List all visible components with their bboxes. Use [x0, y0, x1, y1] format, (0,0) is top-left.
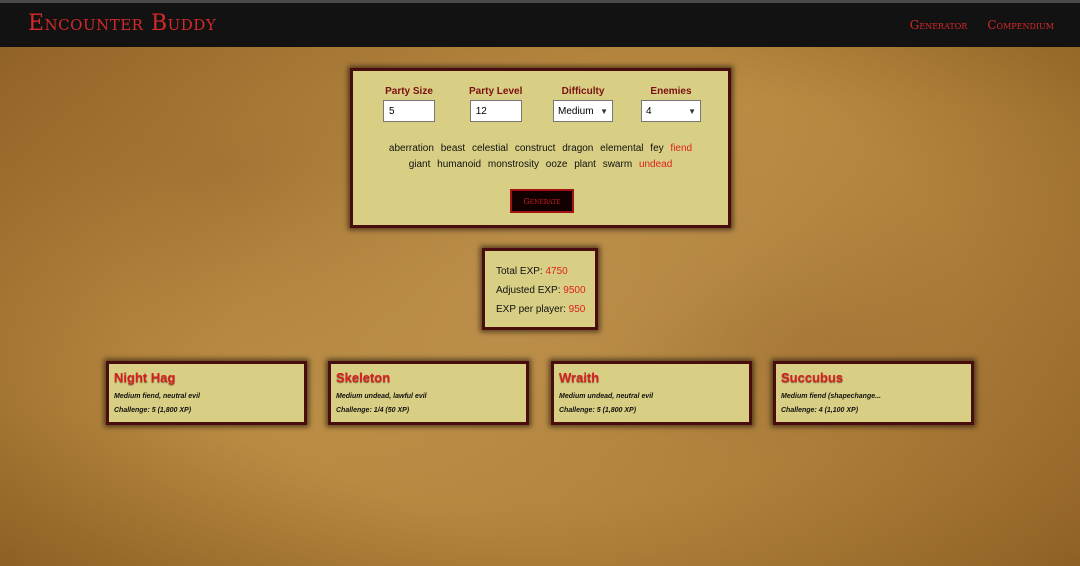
- party-level-field: Party Level: [469, 86, 522, 122]
- chevron-down-icon: ▼: [688, 106, 696, 116]
- total-exp-value: 4750: [545, 266, 568, 277]
- type-row-2: giant humanoid monstrosity ooze plant sw…: [353, 157, 728, 173]
- type-toggle[interactable]: fey: [650, 143, 663, 154]
- total-exp-label: Total EXP:: [496, 266, 543, 277]
- party-size-input[interactable]: [383, 100, 435, 122]
- monster-card[interactable]: Succubus Medium fiend (shapechange... Ch…: [773, 361, 974, 425]
- monster-type: Medium undead, neutral evil: [559, 393, 654, 400]
- type-toggle[interactable]: construct: [515, 143, 556, 154]
- generator-form: Party Size Party Level Difficulty Medium…: [350, 68, 731, 228]
- exp-per-player-value: 950: [568, 304, 586, 315]
- difficulty-field: Difficulty Medium ▼: [553, 86, 613, 122]
- monster-type: Medium undead, lawful evil: [336, 393, 427, 400]
- type-toggle[interactable]: dragon: [562, 143, 593, 154]
- adjusted-exp-label: Adjusted EXP:: [496, 285, 561, 296]
- party-size-field: Party Size: [383, 86, 435, 122]
- monster-challenge: Challenge: 5 (1,800 XP): [559, 407, 637, 414]
- adjusted-exp-value: 9500: [563, 285, 586, 296]
- type-toggle[interactable]: celestial: [472, 143, 508, 154]
- enemies-label: Enemies: [650, 86, 692, 97]
- type-toggle[interactable]: plant: [574, 159, 596, 170]
- monster-name[interactable]: Skeleton: [336, 370, 390, 385]
- monster-name[interactable]: Succubus: [781, 370, 843, 385]
- type-toggle[interactable]: giant: [409, 159, 431, 170]
- monster-type: Medium fiend, neutral evil: [114, 393, 200, 400]
- difficulty-label: Difficulty: [561, 86, 605, 97]
- total-exp: Total EXP: 4750: [496, 266, 568, 277]
- type-toggle[interactable]: ooze: [546, 159, 568, 170]
- type-toggle[interactable]: monstrosity: [488, 159, 539, 170]
- enemies-field: Enemies 4 ▼: [641, 86, 701, 122]
- exp-summary: Total EXP: 4750 Adjusted EXP: 9500 EXP p…: [482, 248, 598, 330]
- difficulty-value: Medium: [558, 105, 594, 117]
- type-toggle[interactable]: undead: [639, 159, 672, 170]
- type-toggle[interactable]: aberration: [389, 143, 434, 154]
- type-row-1: aberration beast celestial construct dra…: [353, 141, 728, 157]
- exp-per-player: EXP per player: 950: [496, 304, 585, 315]
- party-size-label: Party Size: [385, 86, 433, 97]
- type-toggle[interactable]: elemental: [600, 143, 643, 154]
- type-toggle[interactable]: beast: [441, 143, 465, 154]
- generate-button[interactable]: Generate: [510, 189, 574, 213]
- party-level-input[interactable]: [469, 100, 522, 122]
- monster-name[interactable]: Wraith: [559, 370, 599, 385]
- nav-link-compendium[interactable]: Compendium: [987, 18, 1054, 32]
- nav-link-generator[interactable]: Generator: [910, 18, 968, 32]
- party-level-label: Party Level: [469, 86, 523, 97]
- monster-card[interactable]: Skeleton Medium undead, lawful evil Chal…: [328, 361, 529, 425]
- brand-logo[interactable]: Encounter Buddy: [28, 11, 216, 36]
- chevron-down-icon: ▼: [600, 106, 608, 116]
- enemies-select[interactable]: 4 ▼: [641, 100, 701, 122]
- monster-card[interactable]: Wraith Medium undead, neutral evil Chall…: [551, 361, 752, 425]
- nav-links: Generator Compendium: [910, 18, 1054, 32]
- exp-per-player-label: EXP per player:: [496, 304, 566, 315]
- enemies-value: 4: [646, 105, 652, 117]
- type-toggle[interactable]: fiend: [670, 143, 692, 154]
- monster-name[interactable]: Night Hag: [114, 370, 175, 385]
- type-toggle[interactable]: humanoid: [437, 159, 481, 170]
- creature-type-filters: aberration beast celestial construct dra…: [353, 141, 728, 173]
- difficulty-select[interactable]: Medium ▼: [553, 100, 613, 122]
- adjusted-exp: Adjusted EXP: 9500: [496, 285, 586, 296]
- monster-challenge: Challenge: 5 (1,800 XP): [114, 407, 192, 414]
- monster-challenge: Challenge: 1/4 (50 XP): [336, 407, 410, 414]
- type-toggle[interactable]: swarm: [603, 159, 632, 170]
- monster-card[interactable]: Night Hag Medium fiend, neutral evil Cha…: [106, 361, 307, 425]
- monster-challenge: Challenge: 4 (1,100 XP): [781, 407, 859, 414]
- monster-type: Medium fiend (shapechange...: [781, 393, 881, 400]
- navbar: Encounter Buddy Generator Compendium: [0, 0, 1080, 47]
